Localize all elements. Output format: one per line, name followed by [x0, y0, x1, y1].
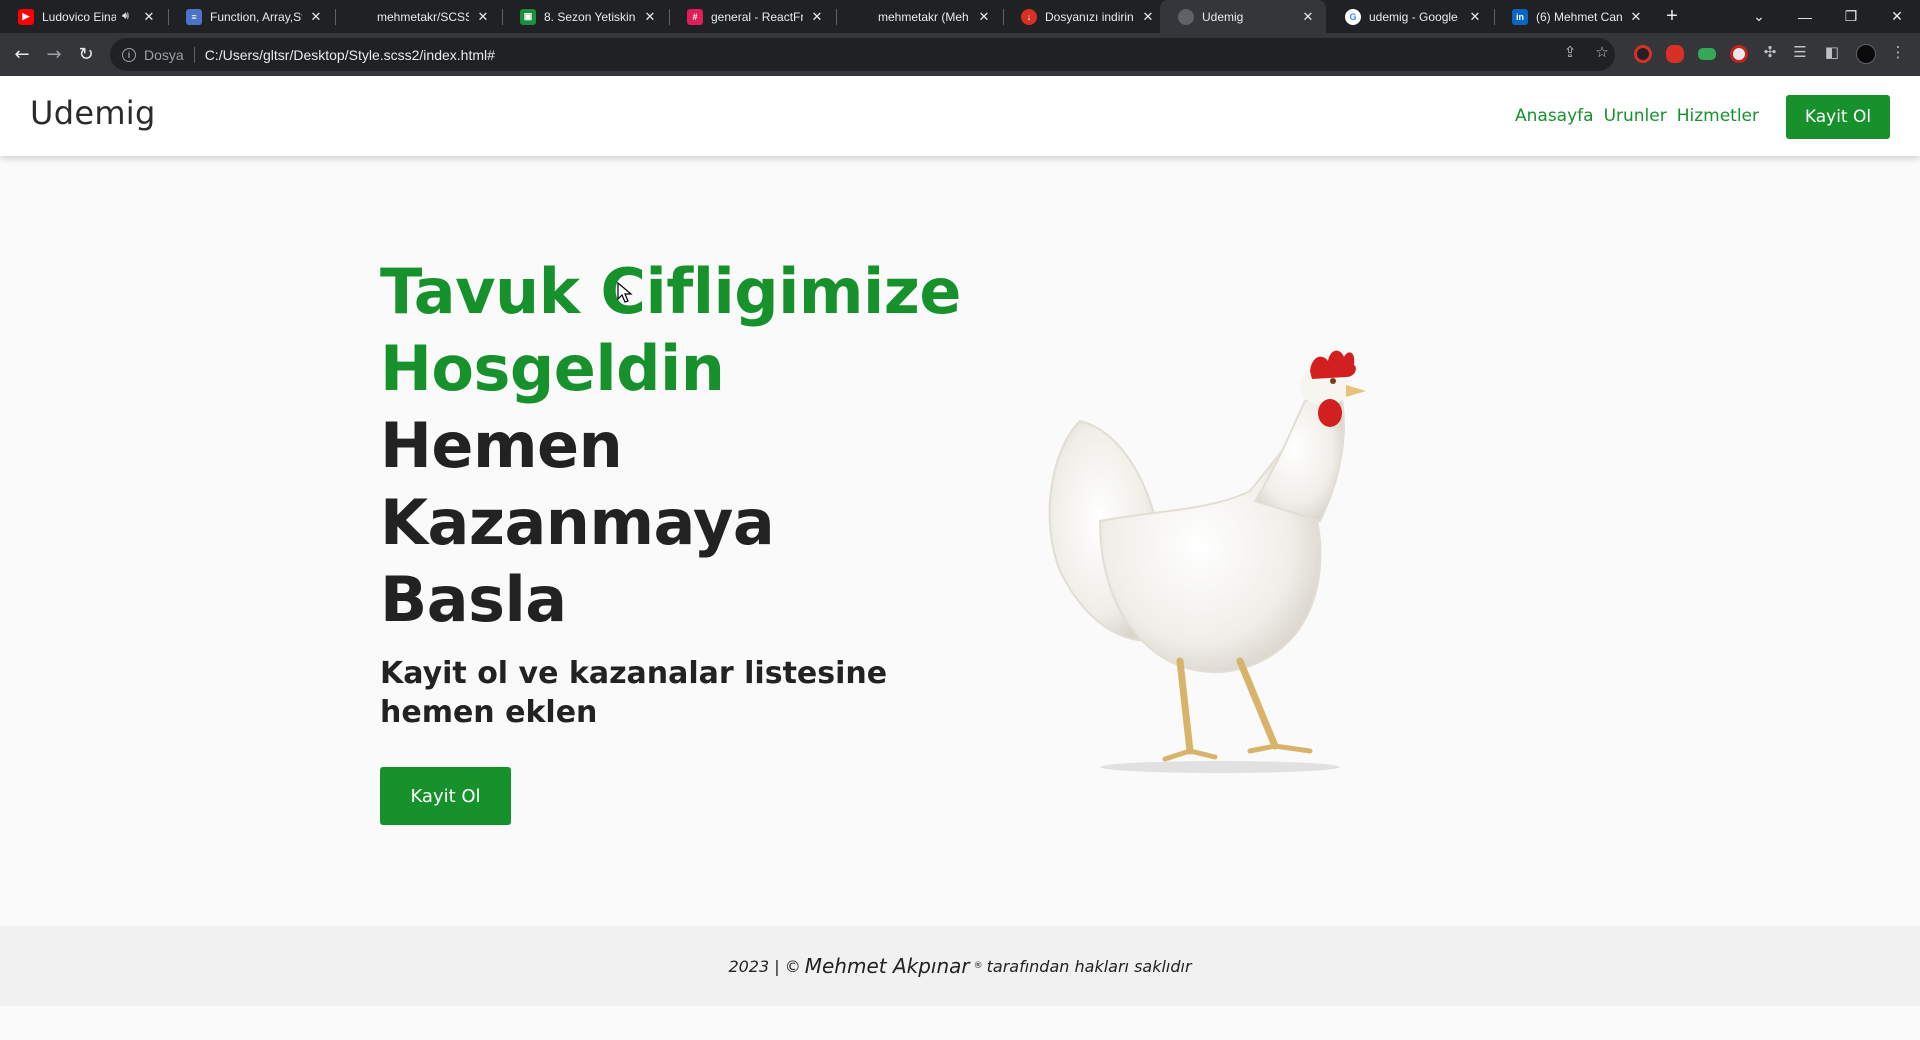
more-menu-icon[interactable]: ⋮	[1888, 42, 1908, 62]
extension-record-icon[interactable]	[1634, 45, 1652, 63]
classroom-icon: ▣	[520, 8, 536, 25]
tab-1[interactable]: ≡ Function, Array,Str ✕	[168, 0, 334, 33]
side-panel-icon[interactable]: ◧	[1822, 42, 1842, 62]
close-tab-icon[interactable]: ✕	[1467, 9, 1483, 25]
media-icon[interactable]: ☰	[1790, 42, 1810, 62]
chicken-image	[1048, 350, 1366, 773]
tab-title: (6) Mehmet Can S	[1536, 9, 1622, 24]
avatar[interactable]	[1856, 44, 1876, 64]
slack-icon: #	[687, 8, 703, 25]
puzzle-icon[interactable]: ✣	[1760, 42, 1780, 62]
footer-suffix: tarafından hakları saklıdır	[986, 956, 1192, 976]
nav-signup-button[interactable]: Kayit Ol	[1786, 95, 1890, 139]
hero-dark-line: Kazanmaya	[380, 486, 775, 559]
tab-5[interactable]: mehmetakr (Meh ✕	[836, 0, 1002, 33]
download-icon: ↓	[1021, 8, 1037, 25]
extension-pdf-icon[interactable]	[1730, 45, 1748, 63]
address-bar[interactable]: i Dosya C:/Users/gltsr/Desktop/Style.scs…	[110, 38, 1615, 71]
extension-red-icon[interactable]	[1666, 45, 1684, 63]
new-tab-button[interactable]: +	[1660, 4, 1684, 28]
bookmark-star-icon[interactable]: ☆	[1592, 42, 1612, 62]
tab-6[interactable]: ↓ Dosyanızı indirin ✕	[1003, 0, 1166, 33]
hero-dark-line: Hemen	[380, 409, 623, 482]
close-tab-icon[interactable]: ✕	[1628, 9, 1644, 25]
site-navbar: Udemig Anasayfa Urunler Hizmetler Kayit …	[0, 76, 1920, 156]
reload-icon[interactable]: ↻	[72, 41, 100, 69]
close-tab-icon[interactable]: ✕	[809, 9, 825, 25]
tab-9[interactable]: in (6) Mehmet Can S ✕	[1494, 0, 1654, 33]
site-brand[interactable]: Udemig	[30, 94, 156, 132]
footer-author: Mehmet Akpınar	[804, 954, 970, 978]
hero-dark-line: Basla	[380, 563, 567, 636]
url-scheme: Dosya	[144, 46, 184, 63]
tab-title: Dosyanızı indirin	[1045, 9, 1134, 24]
browser-toolbar: ← → ↻ i Dosya C:/Users/gltsr/Desktop/Sty…	[0, 33, 1920, 76]
close-tab-icon[interactable]: ✕	[1140, 9, 1156, 25]
github-icon	[854, 8, 870, 25]
close-tab-icon[interactable]: ✕	[141, 9, 157, 25]
nav-links: Anasayfa Urunler Hizmetler	[1515, 106, 1769, 126]
close-tab-icon[interactable]: ✕	[1300, 9, 1316, 25]
extension-green-icon[interactable]	[1698, 48, 1716, 60]
tab-4[interactable]: # general - ReactFr ✕	[669, 0, 835, 33]
github-icon	[353, 8, 369, 25]
tab-title: udemig - Google	[1369, 9, 1458, 24]
tab-2[interactable]: mehmetakr/SCSS ✕	[335, 0, 501, 33]
speaker-icon[interactable]: 🔊︎	[122, 10, 129, 23]
hero-signup-button[interactable]: Kayit Ol	[380, 767, 511, 825]
minimize-button[interactable]: —	[1782, 0, 1828, 33]
youtube-icon: ▶	[18, 8, 34, 25]
url-text[interactable]: C:/Users/gltsr/Desktop/Style.scss2/index…	[205, 47, 495, 63]
close-tab-icon[interactable]: ✕	[642, 9, 658, 25]
forward-icon[interactable]: →	[40, 41, 68, 69]
tab-3[interactable]: ▣ 8. Sezon Yetiskin ✕	[502, 0, 668, 33]
hero-heading: Tavuk Cifligimize Hosgeldin Hemen Kazanm…	[380, 253, 1020, 638]
tab-strip: ▶ Ludovico Einaudi 🔊︎ ✕ ≡ Function, Arra…	[0, 0, 1920, 33]
tab-7[interactable]: Udemig ✕	[1160, 0, 1326, 33]
hero-subtitle: Kayit ol ve kazanalar listesine hemen ek…	[380, 656, 888, 730]
tab-title: Function, Array,Str	[210, 9, 302, 24]
share-icon[interactable]: ⇪	[1560, 42, 1580, 62]
tab-title: Udemig	[1202, 9, 1244, 24]
site-footer: 2023 | © Mehmet Akpınar ® tarafından hak…	[0, 926, 1920, 1006]
tab-8[interactable]: G udemig - Google ✕	[1327, 0, 1493, 33]
tab-0[interactable]: ▶ Ludovico Einaudi 🔊︎ ✕	[0, 0, 167, 33]
nav-link-anasayfa[interactable]: Anasayfa	[1515, 106, 1594, 126]
tab-title: Ludovico Einaudi	[42, 9, 117, 24]
nav-link-urunler[interactable]: Urunler	[1604, 106, 1667, 126]
restore-button[interactable]: ❐	[1828, 0, 1874, 33]
footer-registered: ®	[973, 961, 983, 971]
close-tab-icon[interactable]: ✕	[475, 9, 491, 25]
linkedin-icon: in	[1512, 8, 1528, 25]
footer-prefix: 2023 | ©	[728, 956, 801, 976]
tab-title: 8. Sezon Yetiskin	[544, 9, 636, 24]
tab-title: mehmetakr/SCSS	[377, 9, 469, 24]
docs-icon: ≡	[186, 8, 202, 25]
tab-title: general - ReactFr	[711, 9, 803, 24]
page: Udemig Anasayfa Urunler Hizmetler Kayit …	[0, 76, 1920, 1040]
tab-title: mehmetakr (Meh	[878, 9, 969, 24]
hero-green-line: Hosgeldin	[380, 332, 725, 405]
info-icon[interactable]: i	[122, 47, 136, 62]
google-icon: G	[1345, 8, 1361, 25]
back-icon[interactable]: ←	[8, 41, 36, 69]
mouse-cursor-icon	[617, 282, 633, 303]
hero-green-line: Tavuk Cifligimize	[380, 255, 961, 328]
nav-link-hizmetler[interactable]: Hizmetler	[1677, 106, 1759, 126]
close-window-button[interactable]: ✕	[1874, 0, 1920, 33]
globe-icon	[1178, 8, 1194, 25]
tab-search-icon[interactable]: ⌄	[1736, 0, 1782, 33]
close-tab-icon[interactable]: ✕	[308, 9, 324, 25]
close-tab-icon[interactable]: ✕	[976, 9, 992, 25]
